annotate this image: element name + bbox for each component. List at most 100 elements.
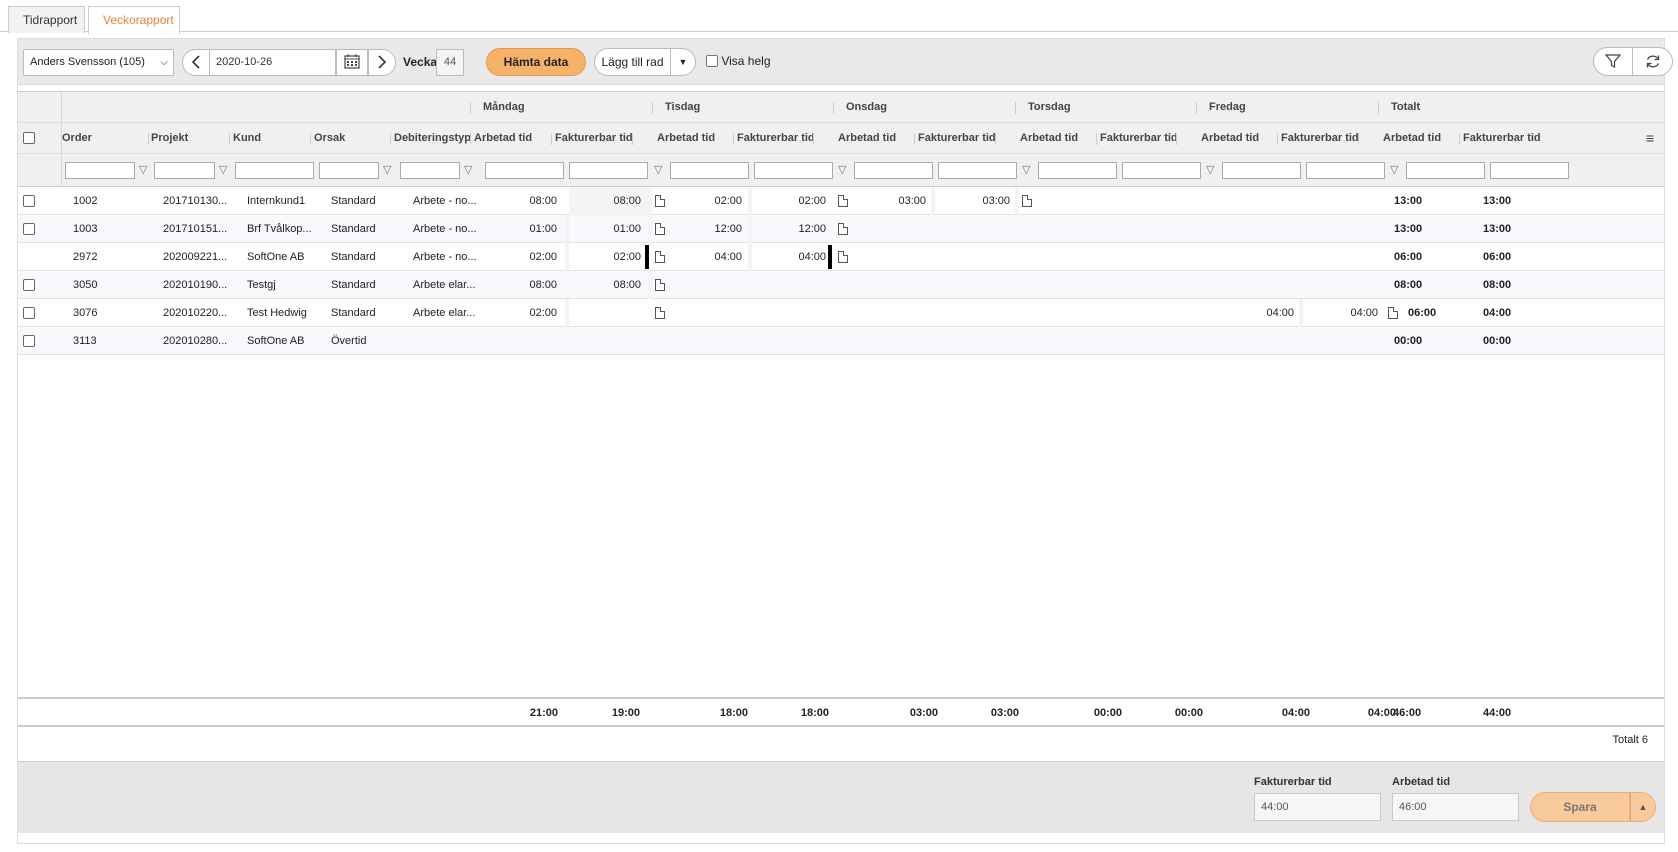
col-header-total-worked[interactable]: Arbetad tid xyxy=(1383,123,1441,154)
filter-wed-billable-input[interactable] xyxy=(938,162,1017,179)
table-row[interactable]: 3076 202010220... Test Hedwig Standard A… xyxy=(18,299,1664,327)
table-row[interactable]: 3050 202010190... Testgj Standard Arbete… xyxy=(18,271,1664,299)
cell-mon-billable[interactable]: 02:00 xyxy=(569,243,641,271)
col-header-mon-worked[interactable]: Arbetad tid xyxy=(474,123,532,154)
cell-mon-worked[interactable]: 08:00 xyxy=(485,271,557,299)
note-icon[interactable] xyxy=(655,251,665,263)
filter-icon[interactable]: ▽ xyxy=(1390,163,1398,176)
col-header-debiteringstyp[interactable]: Debiteringstyp xyxy=(394,123,471,154)
col-header-fri-worked[interactable]: Arbetad tid xyxy=(1201,123,1259,154)
col-header-thu-billable[interactable]: Fakturerbar tid xyxy=(1100,123,1178,154)
filter-icon[interactable]: ▽ xyxy=(1206,163,1214,176)
table-row[interactable]: 3113 202010280... SoftOne AB Övertid 00:… xyxy=(18,327,1664,355)
filter-icon[interactable]: ▽ xyxy=(654,163,662,176)
note-icon[interactable] xyxy=(655,195,665,207)
save-button[interactable]: Spara xyxy=(1530,792,1630,822)
note-icon[interactable] xyxy=(1388,307,1398,319)
filter-fri-billable-input[interactable] xyxy=(1306,162,1385,179)
col-header-wed-worked[interactable]: Arbetad tid xyxy=(838,123,896,154)
filter-icon[interactable]: ▽ xyxy=(1022,163,1030,176)
filter-tue-billable-input[interactable] xyxy=(754,162,833,179)
filter-mon-worked-input[interactable] xyxy=(485,162,564,179)
cell-fri-worked[interactable]: 04:00 xyxy=(1222,299,1294,327)
note-icon[interactable] xyxy=(655,223,665,235)
filter-debiteringstyp-input[interactable] xyxy=(400,162,460,179)
cell-mon-worked[interactable]: 08:00 xyxy=(485,187,557,215)
cell-tue-billable[interactable]: 12:00 xyxy=(754,215,826,243)
filter-tue-worked-input[interactable] xyxy=(670,162,749,179)
row-checkbox[interactable] xyxy=(23,223,35,235)
row-checkbox[interactable] xyxy=(23,279,35,291)
checkbox-icon[interactable] xyxy=(706,55,718,67)
note-icon[interactable] xyxy=(655,307,665,319)
col-header-wed-billable[interactable]: Fakturerbar tid xyxy=(918,123,996,154)
table-row[interactable]: 1002 201710130... Internkund1 Standard A… xyxy=(18,187,1664,215)
cell-wed-billable[interactable]: 03:00 xyxy=(938,187,1010,215)
filter-fri-worked-input[interactable] xyxy=(1222,162,1301,179)
col-header-tue-billable[interactable]: Fakturerbar tid xyxy=(737,123,815,154)
note-icon[interactable] xyxy=(655,279,665,291)
filter-projekt-input[interactable] xyxy=(154,162,215,179)
filter-thu-billable-input[interactable] xyxy=(1122,162,1201,179)
filter-icon[interactable]: ▽ xyxy=(464,163,472,176)
row-checkbox[interactable] xyxy=(23,307,35,319)
cell-tue-worked[interactable]: 04:00 xyxy=(670,243,742,271)
cell-mon-billable[interactable]: 08:00 xyxy=(569,271,641,299)
col-header-orsak[interactable]: Orsak xyxy=(314,123,345,154)
row-checkbox[interactable] xyxy=(23,335,35,347)
col-header-projekt[interactable]: Projekt xyxy=(151,123,188,154)
cell-mon-billable[interactable] xyxy=(569,299,641,327)
filter-wed-worked-input[interactable] xyxy=(854,162,933,179)
note-icon[interactable] xyxy=(838,195,848,207)
next-week-button[interactable] xyxy=(368,49,396,76)
filter-icon[interactable]: ▽ xyxy=(139,163,147,176)
add-row-button[interactable]: Lägg till rad xyxy=(594,48,671,76)
filter-total-billable-input[interactable] xyxy=(1490,162,1569,179)
fetch-data-button[interactable]: Hämta data xyxy=(486,48,586,76)
date-input[interactable]: 2020-10-26 xyxy=(210,49,336,76)
col-header-total-billable[interactable]: Fakturerbar tid xyxy=(1463,123,1541,154)
row-checkbox[interactable] xyxy=(23,195,35,207)
filter-icon[interactable]: ▽ xyxy=(219,163,227,176)
save-options-button[interactable]: ▲ xyxy=(1630,792,1656,822)
tab-veckorapport[interactable]: Veckorapport xyxy=(88,6,180,34)
filter-total-worked-input[interactable] xyxy=(1406,162,1485,179)
table-row[interactable]: 2972 202009221... SoftOne AB Standard Ar… xyxy=(18,243,1664,271)
tab-tidrapport[interactable]: Tidrapport xyxy=(8,6,85,33)
calendar-button[interactable] xyxy=(336,49,368,76)
note-icon[interactable] xyxy=(1022,195,1032,207)
previous-week-button[interactable] xyxy=(182,49,210,76)
note-icon[interactable] xyxy=(838,251,848,263)
cell-fri-billable[interactable]: 04:00 xyxy=(1306,299,1378,327)
col-header-fri-billable[interactable]: Fakturerbar tid xyxy=(1281,123,1359,154)
cell-mon-worked[interactable]: 01:00 xyxy=(485,215,557,243)
cell-mon-billable[interactable]: 08:00 xyxy=(569,187,641,215)
show-weekend-checkbox[interactable]: Visa helg xyxy=(706,53,771,69)
col-header-thu-worked[interactable]: Arbetad tid xyxy=(1020,123,1078,154)
filter-icon[interactable]: ▽ xyxy=(383,163,391,176)
col-header-order[interactable]: Order xyxy=(62,123,92,154)
add-row-dropdown-button[interactable]: ▼ xyxy=(671,48,696,76)
filter-thu-worked-input[interactable] xyxy=(1038,162,1117,179)
col-header-kund[interactable]: Kund xyxy=(233,123,261,154)
cell-tue-worked[interactable]: 12:00 xyxy=(670,215,742,243)
cell-mon-worked[interactable]: 02:00 xyxy=(485,299,557,327)
filter-icon[interactable]: ▽ xyxy=(838,163,846,176)
cell-tue-billable[interactable]: 04:00 xyxy=(754,243,826,271)
refresh-button[interactable] xyxy=(1633,47,1673,76)
col-header-mon-billable[interactable]: Fakturerbar tid xyxy=(555,123,633,154)
cell-tue-worked[interactable]: 02:00 xyxy=(670,187,742,215)
note-icon[interactable] xyxy=(838,223,848,235)
column-menu-icon[interactable]: ≡ xyxy=(1646,123,1654,154)
cell-tue-billable[interactable]: 02:00 xyxy=(754,187,826,215)
employee-select[interactable]: Anders Svensson (105) ⌵ xyxy=(23,49,174,76)
cell-wed-worked[interactable]: 03:00 xyxy=(854,187,926,215)
filter-kund-input[interactable] xyxy=(235,162,314,179)
cell-mon-worked[interactable]: 02:00 xyxy=(485,243,557,271)
col-header-tue-worked[interactable]: Arbetad tid xyxy=(657,123,715,154)
cell-mon-billable[interactable]: 01:00 xyxy=(569,215,641,243)
table-row[interactable]: 1003 201710151... Brf Tvålkop... Standar… xyxy=(18,215,1664,243)
filter-button[interactable] xyxy=(1593,47,1633,76)
filter-orsak-input[interactable] xyxy=(319,162,379,179)
filter-mon-billable-input[interactable] xyxy=(569,162,648,179)
